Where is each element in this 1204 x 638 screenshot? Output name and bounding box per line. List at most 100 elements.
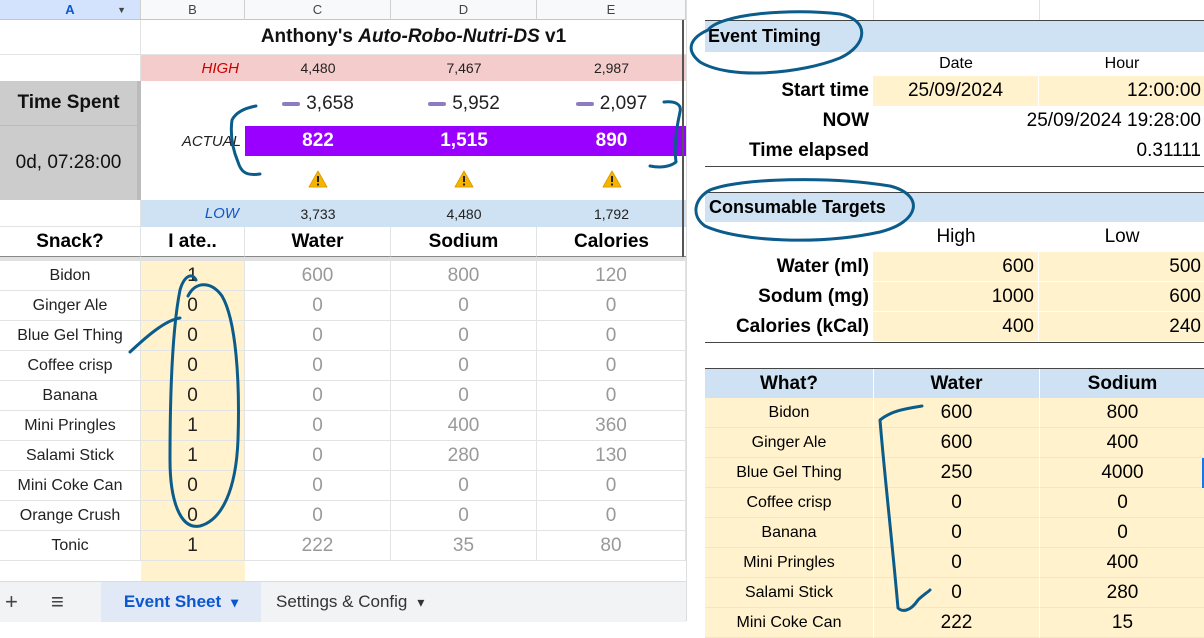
ate-count[interactable]: 0 <box>141 291 245 321</box>
target-low-input[interactable]: 240 <box>1039 312 1204 342</box>
item-water[interactable]: 0 <box>873 518 1039 548</box>
target-label[interactable]: Calories (kCal) <box>705 312 873 342</box>
vertical-scroll-divider[interactable] <box>137 81 141 200</box>
snack-sodium[interactable]: 0 <box>391 471 537 501</box>
caret-down-icon[interactable]: ▾ <box>231 594 238 611</box>
ate-count[interactable]: 0 <box>141 321 245 351</box>
ate-count[interactable]: 0 <box>141 381 245 411</box>
tab-settings-config[interactable]: Settings & Config ▾ <box>276 582 424 622</box>
snack-calories[interactable]: 360 <box>537 411 686 441</box>
snack-sodium[interactable]: 0 <box>391 381 537 411</box>
col-header-a[interactable]: A ▼ <box>0 0 141 20</box>
snack-sodium[interactable]: 800 <box>391 261 537 291</box>
target-label[interactable]: Sodum (mg) <box>705 282 873 312</box>
time-elapsed-value[interactable]: 0.31111 <box>873 136 1204 166</box>
col-header-d[interactable]: D <box>391 0 537 20</box>
all-sheets-menu-icon[interactable]: ≡ <box>51 582 64 622</box>
actual-water[interactable]: 822 <box>245 126 391 156</box>
time-spent-label[interactable]: Time Spent <box>0 81 137 126</box>
snack-calories[interactable]: 130 <box>537 441 686 471</box>
actual-sodium[interactable]: 1,515 <box>391 126 537 156</box>
snack-sodium[interactable]: 280 <box>391 441 537 471</box>
header-sodium[interactable]: Sodium <box>391 227 537 257</box>
target-high-input[interactable]: 1000 <box>873 282 1039 312</box>
item-name[interactable]: Banana <box>705 518 873 548</box>
low-water[interactable]: 3,733 <box>245 200 391 227</box>
item-water[interactable]: 0 <box>873 548 1039 578</box>
time-elapsed-label[interactable]: Time elapsed <box>705 136 873 166</box>
target-high-input[interactable]: 600 <box>873 252 1039 282</box>
target-calories[interactable]: 2,097 <box>537 81 686 126</box>
snack-name[interactable]: Blue Gel Thing <box>0 321 141 351</box>
snack-name[interactable]: Bidon <box>0 261 141 291</box>
snack-water[interactable]: 0 <box>245 291 391 321</box>
item-name[interactable]: Ginger Ale <box>705 428 873 458</box>
ate-count[interactable]: 1 <box>141 411 245 441</box>
item-name[interactable]: Mini Coke Can <box>705 608 873 638</box>
now-label[interactable]: NOW <box>705 106 873 136</box>
item-sodium[interactable]: 15 <box>1039 608 1204 638</box>
header-snack[interactable]: Snack? <box>0 227 141 257</box>
snack-calories[interactable]: 0 <box>537 501 686 531</box>
item-sodium[interactable]: 0 <box>1039 518 1204 548</box>
snack-sodium[interactable]: 0 <box>391 351 537 381</box>
snack-name[interactable]: Orange Crush <box>0 501 141 531</box>
col-header-c[interactable]: C <box>245 0 391 20</box>
header-water[interactable]: Water <box>245 227 391 257</box>
header-calories[interactable]: Calories <box>537 227 686 257</box>
item-water[interactable]: 222 <box>873 608 1039 638</box>
targets-high-header[interactable]: High <box>873 222 1039 252</box>
item-sodium[interactable]: 280 <box>1039 578 1204 608</box>
snack-name[interactable]: Salami Stick <box>0 441 141 471</box>
sheet-title[interactable]: Anthony's Auto-Robo-Nutri-DS v1 <box>141 20 686 55</box>
item-sodium[interactable]: 400 <box>1039 428 1204 458</box>
ate-count[interactable]: 1 <box>141 261 245 291</box>
add-sheet-button[interactable]: + <box>5 582 18 622</box>
snack-water[interactable]: 600 <box>245 261 391 291</box>
snack-calories[interactable]: 80 <box>537 531 686 561</box>
snack-name[interactable]: Mini Pringles <box>0 411 141 441</box>
high-calories[interactable]: 2,987 <box>537 55 686 81</box>
start-date-input[interactable]: 25/09/2024 <box>873 76 1039 106</box>
item-sodium[interactable]: 4000 <box>1039 458 1204 488</box>
ate-count[interactable]: 1 <box>141 441 245 471</box>
hour-header[interactable]: Hour <box>1039 52 1204 76</box>
target-label[interactable]: Water (ml) <box>705 252 873 282</box>
snack-water[interactable]: 0 <box>245 471 391 501</box>
target-water[interactable]: 3,658 <box>245 81 391 126</box>
time-spent-value[interactable]: 0d, 07:28:00 <box>0 126 137 200</box>
snack-calories[interactable]: 0 <box>537 471 686 501</box>
consumable-targets-title[interactable]: Consumable Targets <box>705 193 1204 222</box>
col-header-e[interactable]: E <box>537 0 686 20</box>
item-name[interactable]: Blue Gel Thing <box>705 458 873 488</box>
ate-count[interactable]: 0 <box>141 471 245 501</box>
item-water[interactable]: 250 <box>873 458 1039 488</box>
high-water[interactable]: 4,480 <box>245 55 391 81</box>
chevron-down-icon[interactable]: ▼ <box>117 5 126 15</box>
snack-sodium[interactable]: 0 <box>391 501 537 531</box>
snack-water[interactable]: 0 <box>245 321 391 351</box>
snack-name[interactable]: Tonic <box>0 531 141 561</box>
target-high-input[interactable]: 400 <box>873 312 1039 342</box>
what-water-header[interactable]: Water <box>873 369 1039 398</box>
ate-count[interactable]: 1 <box>141 531 245 561</box>
high-label[interactable]: HIGH <box>141 55 245 81</box>
ate-count[interactable]: 0 <box>141 351 245 381</box>
actual-calories[interactable]: 890 <box>537 126 686 156</box>
target-sodium[interactable]: 5,952 <box>391 81 537 126</box>
item-name[interactable]: Salami Stick <box>705 578 873 608</box>
item-name[interactable]: Coffee crisp <box>705 488 873 518</box>
target-low-input[interactable]: 500 <box>1039 252 1204 282</box>
snack-calories[interactable]: 0 <box>537 321 686 351</box>
snack-water[interactable]: 0 <box>245 381 391 411</box>
low-label[interactable]: LOW <box>141 200 245 227</box>
targets-low-header[interactable]: Low <box>1039 222 1204 252</box>
start-time-label[interactable]: Start time <box>705 76 873 106</box>
event-timing-title[interactable]: Event Timing <box>705 21 1204 52</box>
start-hour-input[interactable]: 12:00:00 <box>1039 76 1204 106</box>
item-sodium[interactable]: 0 <box>1039 488 1204 518</box>
ate-count[interactable]: 0 <box>141 501 245 531</box>
item-sodium[interactable]: 800 <box>1039 398 1204 428</box>
tab-event-sheet[interactable]: Event Sheet ▾ <box>101 582 261 622</box>
snack-calories[interactable]: 0 <box>537 381 686 411</box>
